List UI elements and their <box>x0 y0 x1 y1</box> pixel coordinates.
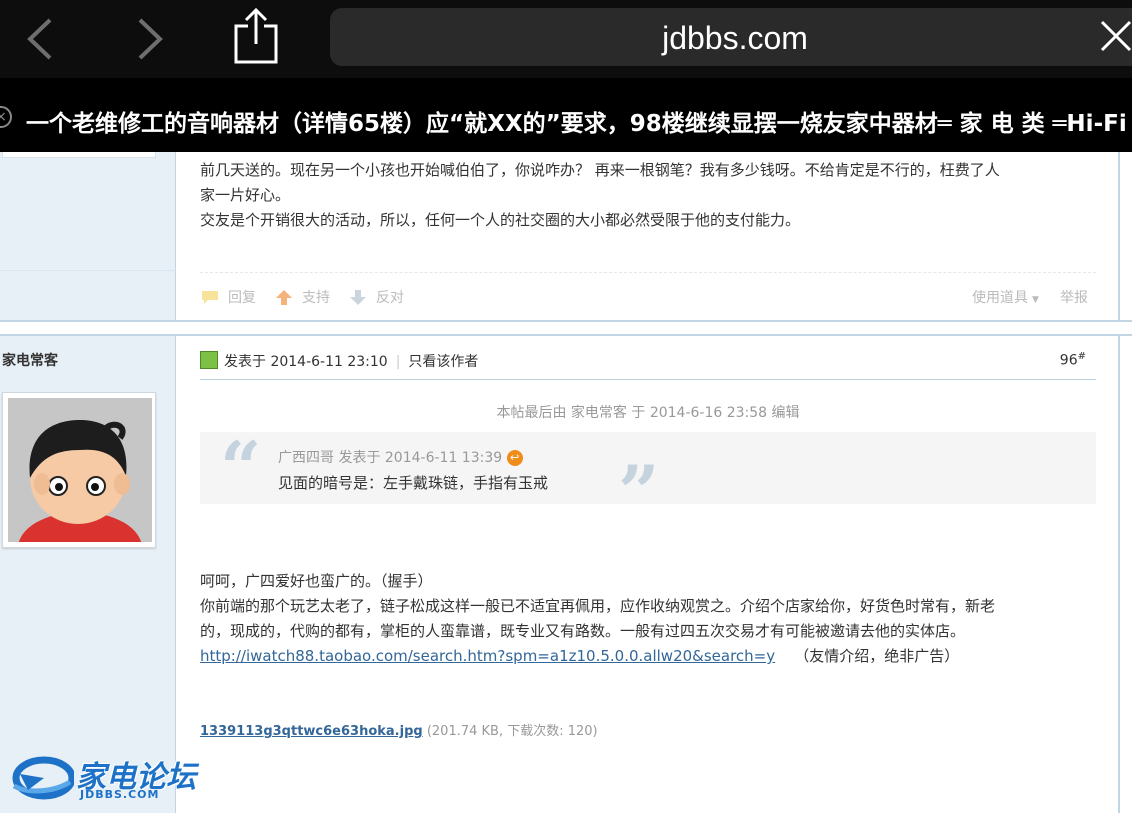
support-label: 支持 <box>302 290 330 306</box>
forward-button[interactable] <box>130 14 170 64</box>
previous-post-body: 前几天送的。现在另一个小孩也开始喊伯伯了，你说咋办？ 再来一根钢笔？我有多少钱呀… <box>200 158 1100 233</box>
post-meta: 发表于 2014-6-11 23:10 | 只看该作者 <box>224 351 478 371</box>
avatar[interactable] <box>2 392 156 548</box>
post-line: 的，现成的，代购的都有，掌柜的人蛮靠谱，既专业又有路数。一般有过四五次交易才有可… <box>200 622 966 640</box>
post-line: 前几天送的。现在另一个小孩也开始喊伯伯了，你说咋办？ 再来一根钢笔？我有多少钱呀… <box>200 161 1000 179</box>
sidebar-divider <box>0 270 176 271</box>
post-date: 发表于 2014-6-11 23:10 <box>224 354 388 370</box>
floor-value: 96 <box>1059 352 1078 369</box>
close-icon <box>1100 20 1132 52</box>
attachment: 1339113g3qttwc6e63hoka.jpg (201.74 KB, 下… <box>200 720 598 739</box>
post-line: 你前端的那个玩艺太老了，链子松成这样一般已不适宜再佩用，应作收纳观赏之。介绍个店… <box>200 597 996 615</box>
previous-avatar <box>2 152 156 158</box>
logo-subtext: JDBBS.COM <box>80 788 160 801</box>
post-link-line: http://iwatch88.taobao.com/search.htm?sp… <box>200 644 1100 669</box>
oppose-label: 反对 <box>376 290 404 306</box>
support-button[interactable]: 支持 <box>274 287 330 307</box>
online-status-icon <box>200 351 218 369</box>
tab-close-icon[interactable]: × <box>0 106 12 128</box>
shop-link[interactable]: http://iwatch88.taobao.com/search.htm?sp… <box>200 647 775 665</box>
edit-note: 本帖最后由 家电常客 于 2014-6-16 23:58 编辑 <box>496 405 800 421</box>
post-line: 交友是个开销很大的活动，所以，任何一个人的社交圈的大小都必然受限于他的支付能力。 <box>200 211 801 229</box>
post-body: 呵呵，广四爱好也蛮广的。（握手） 你前端的那个玩艺太老了，链子松成这样一般已不适… <box>200 569 1100 669</box>
browser-toolbar: jdbbs.com <box>0 0 1132 78</box>
avatar-image <box>8 398 152 542</box>
floor-number[interactable]: 96# <box>1060 351 1086 369</box>
tab-title[interactable]: 一个老维修工的音响器材（详情65楼）应“就XX的”要求，98楼继续显摆一烧友家中… <box>26 104 1127 138</box>
post-actions: 回复 支持 反对 使用道具 ▼ 举报 <box>200 272 1096 318</box>
tab-bar: × 一个老维修工的音响器材（详情65楼）应“就XX的”要求，98楼继续显摆一烧友… <box>0 78 1132 152</box>
forum-content: 前几天送的。现在另一个小孩也开始喊伯伯了，你说咋办？ 再来一根钢笔？我有多少钱呀… <box>0 152 1132 813</box>
reply-button[interactable]: 回复 <box>200 287 256 307</box>
author-name[interactable]: 家电常客 <box>2 350 58 370</box>
thumbs-down-icon <box>350 290 366 305</box>
chevron-right-icon <box>138 18 163 60</box>
post-line: 家一片好心。 <box>200 186 291 204</box>
quote-block: “ 广西四哥 发表于 2014-6-11 13:39 ↩ 见面的暗号是：左手戴珠… <box>200 425 1096 528</box>
cartoon-avatar-icon <box>8 398 152 542</box>
close-button[interactable] <box>1098 18 1132 54</box>
post-line: 呵呵，广四爱好也蛮广的。（握手） <box>200 572 433 590</box>
share-button[interactable] <box>232 6 280 66</box>
address-bar[interactable]: jdbbs.com <box>330 8 1132 66</box>
quote-close-icon: ” <box>618 449 660 534</box>
chevron-down-icon: ▼ <box>1032 295 1039 305</box>
tools-label: 使用道具 <box>972 290 1028 306</box>
floor-suffix: # <box>1077 351 1086 362</box>
report-link[interactable]: 举报 <box>1060 287 1088 307</box>
chevron-left-icon <box>27 18 52 60</box>
post-header: 发表于 2014-6-11 23:10 | 只看该作者 96# <box>200 348 1096 380</box>
quote-open-icon: “ <box>220 425 262 510</box>
meta-separator: | <box>395 354 401 370</box>
share-icon <box>234 7 278 64</box>
site-logo: 家电论坛 JDBBS.COM <box>10 752 210 804</box>
back-button[interactable] <box>22 14 62 64</box>
only-author-link[interactable]: 只看该作者 <box>408 354 478 370</box>
logo-emblem-icon <box>12 756 76 800</box>
tools-menu[interactable]: 使用道具 ▼ <box>972 287 1039 307</box>
jump-back-icon[interactable]: ↩ <box>506 450 523 466</box>
reply-icon <box>202 291 218 304</box>
attachment-meta: (201.74 KB, 下载次数: 120) <box>426 724 598 739</box>
thumbs-up-icon <box>276 290 292 305</box>
oppose-button[interactable]: 反对 <box>348 287 404 307</box>
quote-author-text: 广西四哥 发表于 2014-6-11 13:39 <box>278 450 503 466</box>
quote-author: 广西四哥 发表于 2014-6-11 13:39 ↩ <box>278 447 523 467</box>
quote-text: 见面的暗号是：左手戴珠链，手指有玉戒 <box>278 474 549 492</box>
link-note: （友情介绍，绝非广告） <box>794 647 960 665</box>
post-divider <box>0 320 1132 336</box>
url-text: jdbbs.com <box>662 20 808 56</box>
attachment-link[interactable]: 1339113g3qttwc6e63hoka.jpg <box>200 724 423 739</box>
content-border <box>1118 152 1120 813</box>
reply-label: 回复 <box>228 290 256 306</box>
